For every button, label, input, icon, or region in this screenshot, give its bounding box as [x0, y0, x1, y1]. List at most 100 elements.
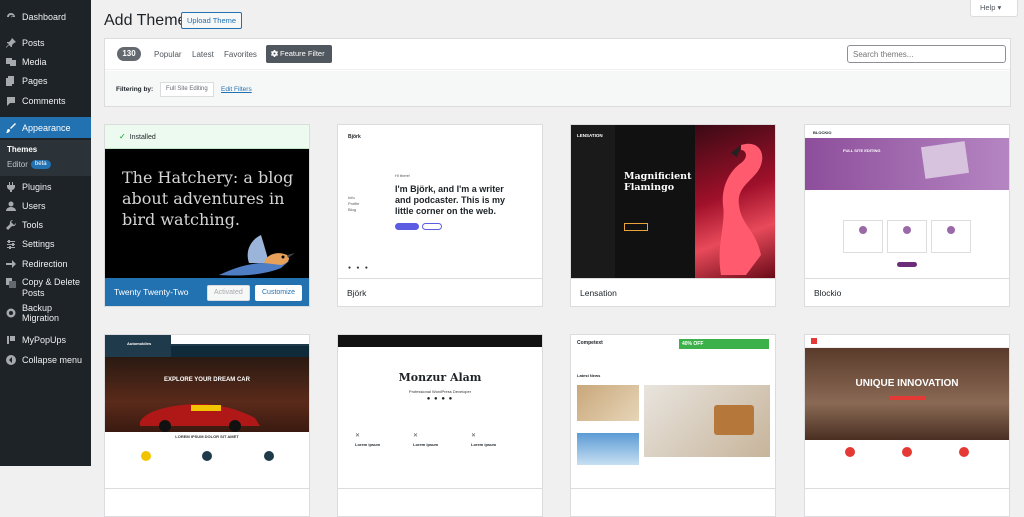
- bjork-button-primary: [395, 223, 419, 230]
- sidebar-item-tools[interactable]: Tools: [0, 218, 91, 232]
- theme-filter-bar: 130 Popular Latest Favorites Feature Fil…: [104, 38, 1011, 107]
- copy-icon: [6, 278, 16, 288]
- tab-latest[interactable]: Latest: [192, 50, 214, 59]
- user-icon: [6, 201, 16, 211]
- theme-card-competext[interactable]: Competext 40% OFF Latest News: [570, 334, 776, 517]
- monzur-feature-title: Lorem ipsum: [355, 442, 381, 447]
- sidebar-item-label: Copy & Delete Posts: [22, 277, 81, 298]
- theme-card-unique-innovation[interactable]: UNIQUE INNOVATION: [804, 334, 1010, 517]
- sidebar-item-label: Settings: [22, 239, 55, 249]
- sidebar-item-users[interactable]: Users: [0, 199, 91, 213]
- tab-favorites[interactable]: Favorites: [224, 50, 257, 59]
- sidebar-item-label: Plugins: [22, 182, 52, 192]
- installed-notice: ✓ Installed: [105, 125, 309, 149]
- submenu-item-themes[interactable]: Themes: [0, 145, 91, 154]
- sidebar-item-dashboard[interactable]: Dashboard: [0, 10, 91, 24]
- sidebar-item-settings[interactable]: Settings: [0, 237, 91, 251]
- sidebar-item-redirection[interactable]: Redirection: [0, 257, 91, 271]
- bjork-button-secondary: [422, 223, 442, 230]
- sidebar-item-label: Appearance: [22, 122, 71, 133]
- ui-divider: [889, 396, 925, 400]
- sidebar-item-posts[interactable]: Posts: [0, 36, 91, 50]
- theme-screenshot-headline: UNIQUE INNOVATION: [855, 378, 959, 389]
- code-icon: ✕: [471, 433, 477, 439]
- sidebar-item-label: Dashboard: [22, 12, 67, 22]
- collapse-menu-button[interactable]: Collapse menu: [0, 353, 91, 367]
- customize-button[interactable]: Customize: [255, 285, 303, 301]
- sidebar-item-label: Posts: [22, 38, 45, 48]
- sidebar-item-pages[interactable]: Pages: [0, 74, 91, 88]
- filter-tag-full-site-editing: Full Site Editing: [160, 82, 214, 97]
- theme-name: Lensation: [580, 288, 617, 298]
- theme-name-bar: [571, 488, 775, 516]
- installed-label: Installed: [129, 134, 156, 141]
- submenu-item-editor[interactable]: Editor beta: [0, 160, 91, 170]
- submenu-themes-label: Themes: [7, 145, 38, 154]
- tab-popular[interactable]: Popular: [154, 50, 182, 59]
- theme-screenshot-headline: EXPLORE YOUR DREAM CAR: [164, 377, 250, 383]
- theme-card-monzur[interactable]: Monzur Alam Professional WordPress Devel…: [337, 334, 543, 517]
- sidebar-item-media[interactable]: Media: [0, 55, 91, 69]
- theme-screenshot: Automobiles EXPLORE YOUR DREAM CAR LOREM…: [105, 335, 309, 488]
- theme-screenshot: Monzur Alam Professional WordPress Devel…: [338, 335, 542, 488]
- blockio-hero-image: [920, 141, 970, 179]
- ui-feature-dot: [902, 447, 912, 457]
- help-tab-button[interactable]: Help ▾: [970, 0, 1018, 17]
- theme-name-bar: [805, 488, 1009, 516]
- filter-tabs-row: 130 Popular Latest Favorites Feature Fil…: [105, 39, 1010, 70]
- sidebar-item-plugins[interactable]: Plugins: [0, 180, 91, 194]
- sidebar-item-comments[interactable]: Comments: [0, 94, 91, 108]
- theme-count-badge: 130: [117, 47, 141, 61]
- car-illustration: [140, 404, 260, 432]
- page-icon: [6, 76, 16, 86]
- ui-hero: UNIQUE INNOVATION: [805, 348, 1009, 440]
- theme-screenshot: Competext 40% OFF Latest News: [571, 335, 775, 488]
- search-themes-input[interactable]: [847, 45, 1006, 63]
- lensation-button: [624, 223, 648, 231]
- code-icon: ✕: [355, 433, 361, 439]
- monzur-subtitle: Professional WordPress Developer: [408, 389, 472, 394]
- competext-section-title: Latest News: [577, 373, 601, 378]
- theme-name-bar: Björk: [338, 278, 542, 306]
- theme-name: Björk: [347, 288, 367, 298]
- ui-header: [805, 335, 1009, 348]
- sidebar-item-backup-migration[interactable]: Backup Migration: [0, 303, 91, 323]
- gear-icon: [271, 50, 278, 57]
- sidebar-item-appearance[interactable]: Appearance: [0, 117, 91, 138]
- theme-screenshot: LENSATION Magnificient Flamingo: [571, 125, 775, 278]
- main-content: Add Themes Upload Theme Help ▾ 130 Popul…: [91, 0, 1024, 517]
- theme-card-twenty-twenty-two[interactable]: The Hatchery: a blog about adventures in…: [104, 124, 310, 307]
- monzur-feature-title: Lorem ipsum: [471, 442, 497, 447]
- theme-card-bjork[interactable]: Björk Info Profile Blog Hi there! I'm Bj…: [337, 124, 543, 307]
- upload-theme-button[interactable]: Upload Theme: [181, 12, 243, 29]
- feature-filter-label: Feature Filter: [280, 49, 325, 58]
- sidebar-item-mypopups[interactable]: MyPopUps: [0, 333, 91, 347]
- theme-card-lensation[interactable]: LENSATION Magnificient Flamingo Lensatio…: [570, 124, 776, 307]
- competext-thumb: [577, 385, 639, 421]
- blockio-hero: FULL SITE EDITING: [805, 138, 1009, 190]
- theme-card-blockio[interactable]: BLOCKIO FULL SITE EDITING Blockio: [804, 124, 1010, 307]
- feature-filter-button[interactable]: Feature Filter: [266, 45, 332, 63]
- sidebar-item-label: Collapse menu: [22, 355, 83, 365]
- bjork-nav: Info Profile Blog: [348, 195, 359, 213]
- bjork-greeting: Hi there!: [395, 173, 411, 178]
- theme-screenshot: Björk Info Profile Blog Hi there! I'm Bj…: [338, 125, 542, 278]
- monzur-header: [338, 335, 542, 347]
- filtering-by-row: Filtering by: Full Site Editing Edit Fil…: [105, 71, 1010, 106]
- redirection-icon: [6, 259, 16, 269]
- sidebar-item-label: Media: [22, 57, 47, 67]
- theme-name: Blockio: [814, 288, 842, 298]
- sidebar-item-label: Tools: [22, 220, 44, 230]
- theme-card-automobiles[interactable]: Automobiles EXPLORE YOUR DREAM CAR LOREM…: [104, 334, 310, 517]
- edit-filters-link[interactable]: Edit Filters: [221, 86, 252, 93]
- auto-subheading: LOREM IPSUM DOLOR SIT AMET: [175, 434, 239, 439]
- monzur-feature-title: Lorem ipsum: [413, 442, 439, 447]
- brush-icon: [6, 122, 16, 133]
- theme-screenshot: UNIQUE INNOVATION: [805, 335, 1009, 488]
- blockio-feature-card: [843, 220, 883, 253]
- filtering-by-label: Filtering by:: [116, 86, 154, 93]
- beta-badge: beta: [30, 160, 51, 170]
- sidebar-item-copy-delete-posts[interactable]: Copy & Delete Posts: [0, 277, 91, 301]
- blockio-feature-card: [887, 220, 927, 253]
- theme-name-bar: Twenty Twenty-Two Activated Customize: [105, 278, 309, 306]
